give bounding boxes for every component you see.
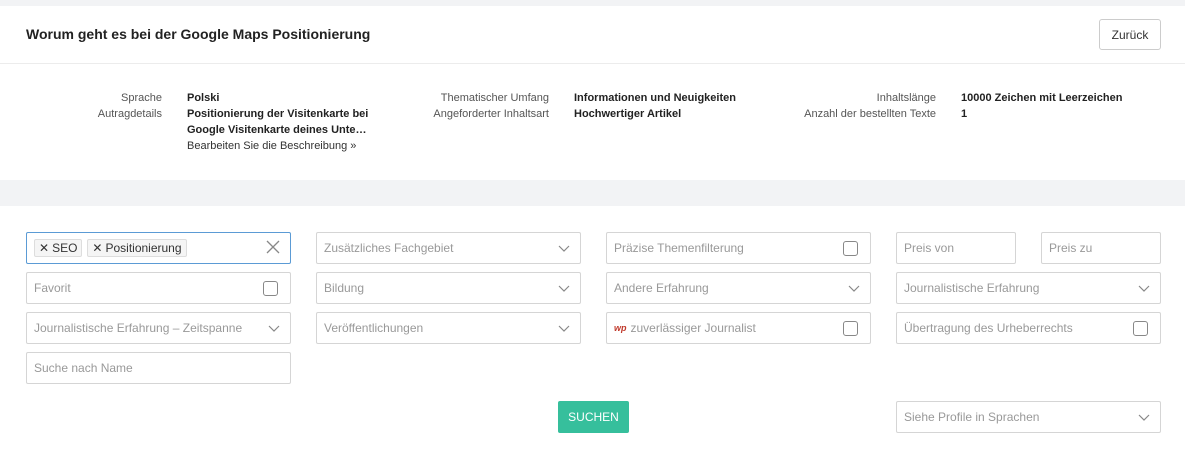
- chevron-down-icon: [268, 325, 280, 332]
- remove-tag-icon[interactable]: ✕: [92, 241, 102, 255]
- language-label: Sprache: [121, 92, 162, 104]
- precise-topic-label: Präzise Themenfilterung: [614, 241, 744, 255]
- length-value: 10000 Zeichen mit Leerzeichen: [961, 92, 1123, 104]
- scope-label: Thematischer Umfang: [440, 92, 549, 104]
- journalistic-experience-select[interactable]: Journalistische Erfahrung: [896, 272, 1161, 304]
- publications-placeholder: Veröffentlichungen: [324, 321, 424, 335]
- favorite-label: Favorit: [34, 281, 71, 295]
- chevron-down-icon: [848, 285, 860, 292]
- additional-field-select[interactable]: Zusätzliches Fachgebiet: [316, 232, 581, 264]
- reliable-journalist-label: zuverlässiger Journalist: [630, 321, 756, 335]
- chevron-down-icon: [1138, 414, 1150, 421]
- education-placeholder: Bildung: [324, 281, 365, 295]
- other-experience-placeholder: Andere Erfahrung: [614, 281, 709, 295]
- chevron-down-icon: [558, 245, 570, 252]
- chevron-down-icon: [558, 285, 570, 292]
- order-details-label: Autragdetails: [97, 108, 162, 120]
- price-from-placeholder: Preis von: [904, 241, 955, 255]
- tag-label: Positionierung: [105, 241, 182, 255]
- tag-label: SEO: [52, 241, 78, 255]
- favorite-checkbox[interactable]: Favorit: [26, 272, 291, 304]
- tag-seo: ✕ SEO: [34, 239, 83, 257]
- count-value: 1: [961, 108, 968, 120]
- price-to-placeholder: Preis zu: [1049, 241, 1093, 255]
- page-title: Worum geht es bei der Google Maps Positi…: [26, 26, 371, 42]
- remove-tag-icon[interactable]: ✕: [39, 241, 49, 255]
- content-type-label: Angeforderter Inhaltsart: [433, 108, 549, 120]
- chevron-down-icon: [1138, 285, 1150, 292]
- reliable-journalist-checkbox[interactable]: wp zuverlässiger Journalist: [606, 312, 871, 344]
- order-header: Worum geht es bei der Google Maps Positi…: [0, 6, 1185, 64]
- search-button[interactable]: SUCHEN: [558, 401, 629, 433]
- content-type-value: Hochwertiger Artikel: [574, 108, 682, 120]
- scope-value: Informationen und Neuigkeiten: [574, 92, 736, 104]
- price-from-input[interactable]: Preis von: [896, 232, 1016, 264]
- other-experience-select[interactable]: Andere Erfahrung: [606, 272, 871, 304]
- search-name-input[interactable]: Suche nach Name: [26, 352, 291, 384]
- search-name-placeholder: Suche nach Name: [34, 361, 133, 375]
- order-details-line1: Positionierung der Visitenkarte bei: [187, 108, 369, 120]
- wp-logo-icon: wp: [614, 323, 627, 333]
- price-to-input[interactable]: Preis zu: [1041, 232, 1161, 264]
- length-label: Inhaltslänge: [876, 92, 936, 104]
- copyright-transfer-checkbox[interactable]: Übertragung des Urheberrechts: [896, 312, 1161, 344]
- order-details: Sprache Polski Autragdetails Positionier…: [0, 64, 1185, 179]
- chevron-down-icon: [558, 325, 570, 332]
- order-details-line2: Google Visitenkarte deines Unte…: [187, 124, 367, 136]
- checkbox[interactable]: [1133, 321, 1148, 336]
- filter-form: ✕ SEO ✕ Positionierung Zusätzliches Fach…: [0, 206, 1185, 452]
- checkbox[interactable]: [843, 321, 858, 336]
- clear-icon[interactable]: [266, 240, 280, 254]
- language-value: Polski: [187, 92, 220, 104]
- additional-field-placeholder: Zusätzliches Fachgebiet: [324, 241, 454, 255]
- journalistic-period-select[interactable]: Journalistische Erfahrung – Zeitspanne: [26, 312, 291, 344]
- profile-languages-placeholder: Siehe Profile in Sprachen: [904, 410, 1040, 424]
- specialty-tag-input[interactable]: ✕ SEO ✕ Positionierung: [26, 232, 291, 264]
- journalistic-period-placeholder: Journalistische Erfahrung – Zeitspanne: [34, 321, 243, 335]
- order-card: Worum geht es bei der Google Maps Positi…: [0, 6, 1185, 180]
- precise-topic-checkbox[interactable]: Präzise Themenfilterung: [606, 232, 871, 264]
- checkbox[interactable]: [263, 281, 278, 296]
- profile-languages-select[interactable]: Siehe Profile in Sprachen: [896, 401, 1161, 433]
- tag-positionierung: ✕ Positionierung: [87, 239, 187, 257]
- publications-select[interactable]: Veröffentlichungen: [316, 312, 581, 344]
- education-select[interactable]: Bildung: [316, 272, 581, 304]
- journalistic-experience-placeholder: Journalistische Erfahrung: [904, 281, 1040, 295]
- back-button[interactable]: Zurück: [1099, 19, 1161, 50]
- edit-description-link[interactable]: Bearbeiten Sie die Beschreibung »: [187, 140, 356, 152]
- count-label: Anzahl der bestellten Texte: [804, 108, 936, 120]
- copyright-transfer-label: Übertragung des Urheberrechts: [904, 321, 1073, 335]
- checkbox[interactable]: [843, 241, 858, 256]
